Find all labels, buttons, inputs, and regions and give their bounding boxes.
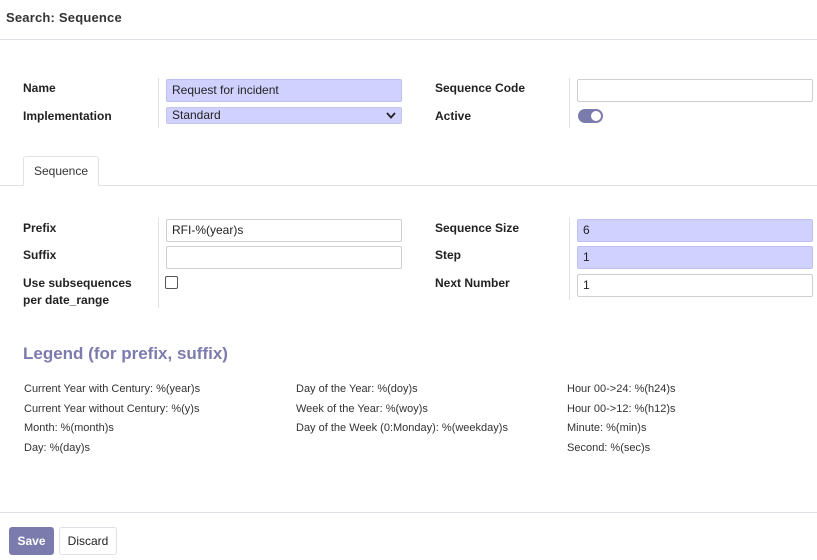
legend-item: Second: %(sec)s [567, 441, 651, 454]
tab-sequence[interactable]: Sequence [23, 156, 99, 186]
legend-item: Hour 00->12: %(h12)s [567, 402, 676, 415]
field-separator [569, 218, 570, 300]
implementation-select[interactable]: Standard [166, 107, 402, 124]
field-separator [158, 78, 159, 128]
sequence-size-input[interactable]: 6 [577, 219, 813, 242]
prefix-input[interactable]: RFI-%(year)s [166, 219, 402, 242]
footer-divider [0, 512, 817, 513]
active-toggle[interactable] [578, 109, 603, 123]
step-input[interactable]: 1 [577, 246, 813, 269]
legend-item: Month: %(month)s [24, 422, 114, 434]
active-label: Active [435, 109, 472, 123]
subsequences-label-line1: Use subsequences [23, 276, 132, 290]
implementation-label: Implementation [23, 109, 112, 123]
sequence-size-label: Sequence Size [435, 221, 520, 235]
legend-item: Current Year without Century: %(y)s [24, 402, 200, 415]
tabs-divider [0, 185, 817, 186]
name-label: Name [23, 81, 56, 95]
sequence-code-input[interactable] [577, 79, 813, 102]
suffix-input[interactable] [166, 246, 402, 269]
legend-item: Day of the Week (0:Monday): %(weekday)s [296, 422, 508, 434]
field-separator [569, 78, 570, 128]
toggle-knob [591, 111, 601, 121]
legend-item: Day of the Year: %(doy)s [296, 383, 418, 395]
legend-item: Week of the Year: %(woy)s [296, 402, 428, 415]
field-separator [158, 218, 159, 308]
implementation-select-value: Standard [172, 108, 221, 122]
use-subsequences-checkbox[interactable] [165, 276, 178, 289]
save-button[interactable]: Save [9, 527, 54, 555]
header-divider [0, 39, 817, 40]
legend-item: Current Year with Century: %(year)s [24, 383, 201, 395]
legend-item: Day: %(day)s [24, 441, 91, 454]
step-label: Step [435, 248, 462, 262]
sequence-code-label: Sequence Code [435, 81, 526, 95]
legend-item: Hour 00->24: %(h24)s [567, 383, 676, 395]
name-input[interactable]: Request for incident [166, 79, 402, 102]
suffix-label: Suffix [23, 248, 57, 262]
page-title: Search: Sequence [6, 10, 122, 25]
subsequences-label-line2: per date_range [23, 293, 110, 307]
prefix-label: Prefix [23, 221, 57, 235]
chevron-down-icon [386, 112, 396, 119]
next-number-input[interactable]: 1 [577, 274, 813, 297]
legend-item: Minute: %(min)s [567, 422, 647, 434]
next-number-label: Next Number [435, 276, 510, 290]
discard-button[interactable]: Discard [59, 527, 117, 555]
legend-title: Legend (for prefix, suffix) [23, 344, 228, 363]
